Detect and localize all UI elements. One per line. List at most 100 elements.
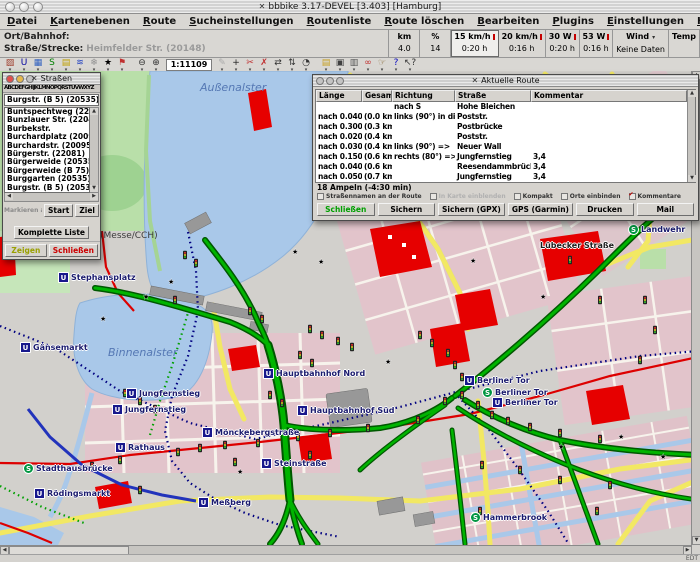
- ziel-button[interactable]: Ziel: [75, 204, 99, 217]
- print-icon[interactable]: ▥▾: [347, 58, 361, 72]
- menu-item[interactable]: Route löschen: [384, 16, 464, 27]
- checkbox-icon[interactable]: [430, 193, 437, 200]
- column-header[interactable]: Länge: [316, 90, 362, 102]
- zeigen-button[interactable]: Zeigen: [5, 244, 47, 257]
- scroll-down-icon[interactable]: ▼: [90, 185, 98, 192]
- menu-item[interactable]: Route: [143, 16, 176, 27]
- column-header[interactable]: Richtung: [392, 90, 455, 102]
- menu-item[interactable]: Routenliste: [307, 16, 372, 27]
- list-item[interactable]: Burchardstr. (20095): [5, 142, 89, 150]
- komplette-liste-button[interactable]: Komplette Liste: [14, 226, 89, 239]
- bicycle-icon[interactable]: ∞▾: [361, 58, 375, 72]
- menu-item[interactable]: Einstellungen: [607, 16, 684, 27]
- table-row[interactable]: nach 0.050 km(0.7 km) Jungfernstieg 3,4: [316, 172, 687, 182]
- clock-icon[interactable]: ◔▾: [299, 58, 313, 72]
- table-row[interactable]: nach 0.030 km(0.4 km) links (90°) =>Neue…: [316, 142, 687, 152]
- list-item[interactable]: Bürgerstr. (22081): [5, 150, 89, 158]
- menu-item[interactable]: Datei: [7, 16, 37, 27]
- checkbox-icon[interactable]: [561, 193, 568, 200]
- window-titlebar[interactable]: ✕bbbike 3.17-DEVEL [3.403] [Hamburg]: [0, 0, 700, 14]
- ferry-layer-icon[interactable]: ≋▾: [73, 58, 87, 72]
- table-row[interactable]: nach SHohe Bleichen: [316, 102, 687, 112]
- stat-cell[interactable]: Temp▾: [669, 30, 700, 57]
- pencil-icon[interactable]: ✎▾: [215, 58, 229, 72]
- stat-cell[interactable]: Wind▾ Keine Daten: [613, 30, 669, 57]
- save-icon[interactable]: ▣▾: [333, 58, 347, 72]
- route-window[interactable]: ✕Aktuelle Route LängeGesamtRichtungStraß…: [312, 74, 699, 221]
- construction-layer-icon[interactable]: ▨▾: [3, 58, 17, 72]
- route-action-button[interactable]: Schließen: [317, 203, 375, 216]
- route-action-button[interactable]: Sichern (GPX): [438, 203, 505, 216]
- route-window-titlebar[interactable]: ✕Aktuelle Route: [313, 75, 698, 87]
- list-item[interactable]: Bunzlauer Str. (22043): [5, 116, 89, 124]
- option-checkbox[interactable]: Kompakt: [514, 193, 553, 200]
- route-scissors-icon[interactable]: ✂▾: [243, 58, 257, 72]
- hand-pointer-icon[interactable]: ☞▾: [375, 58, 389, 72]
- option-checkbox[interactable]: Orte einbinden: [561, 193, 621, 200]
- transit-map-layer-icon[interactable]: ▦▾: [31, 58, 45, 72]
- option-checkbox[interactable]: Straßennamen an der Route: [317, 193, 422, 200]
- street-list[interactable]: Buntspechtweg (22547)Bunzlauer Str. (220…: [4, 107, 90, 193]
- strasse-strecke-row[interactable]: Straße/Strecke:Heimfelder Str. (20148): [4, 43, 384, 55]
- menu-item[interactable]: Kartenebenen: [50, 16, 130, 27]
- table-row[interactable]: nach 0.020 km(0.4 km) Poststr.: [316, 132, 687, 142]
- weather-layer-icon[interactable]: ❄▾: [87, 58, 101, 72]
- route-action-button[interactable]: Sichern: [378, 203, 436, 216]
- checkbox-icon[interactable]: [317, 193, 324, 200]
- list-item[interactable]: Burchardplatz (20095): [5, 133, 89, 141]
- column-header[interactable]: Straße: [455, 90, 531, 102]
- scroll-left-icon[interactable]: ◀: [5, 193, 13, 200]
- route-action-button[interactable]: Drucken: [576, 203, 634, 216]
- reverse-route-icon[interactable]: ⇅▾: [285, 58, 299, 72]
- map-horizontal-scrollbar[interactable]: ◀ ▶: [0, 545, 692, 554]
- street-list-hscrollbar[interactable]: ◀ ▶: [4, 193, 99, 202]
- scroll-up-icon[interactable]: ▲: [688, 90, 696, 97]
- list-item[interactable]: Burggarten (20535): [5, 175, 89, 183]
- menu-item[interactable]: Plugins: [552, 16, 594, 27]
- scroll-right-icon[interactable]: ▶: [90, 193, 98, 200]
- stat-cell[interactable]: 53 W▾ 0:16 h: [580, 30, 614, 57]
- ort-bahnhof-row[interactable]: Ort/Bahnhof:: [4, 31, 384, 43]
- map-canvas[interactable]: ★★★★★★★★★★★★★★ UStephansplatzUGänsemarkt…: [0, 71, 700, 545]
- table-row[interactable]: nach 0.040 km(0.0 km) links (90°) in die…: [316, 112, 687, 122]
- option-checkbox[interactable]: Kommentare: [629, 193, 681, 200]
- list-item[interactable]: Burgstr. (B 5) (20535): [5, 184, 89, 192]
- schliessen-button[interactable]: Schließen: [49, 244, 98, 257]
- list-item[interactable]: Buntspechtweg (22547): [5, 108, 89, 116]
- list-item[interactable]: Bürgerweide (20535): [5, 158, 89, 166]
- context-help-icon[interactable]: ↖?▾: [403, 58, 417, 72]
- scroll-down-icon[interactable]: ▼: [692, 536, 700, 545]
- streets-window[interactable]: ✕Straßen ABCDEFGHIJKLMNOPQRSTUVWXYZ Burg…: [2, 72, 101, 260]
- table-row[interactable]: nach 0.040 km(0.6 km) Reesendammbrücke 3…: [316, 162, 687, 172]
- menu-item[interactable]: Sucheinstellungen: [189, 16, 293, 27]
- start-button[interactable]: Start: [44, 204, 73, 217]
- ubahn-layer-icon[interactable]: U▾: [17, 58, 31, 72]
- flag-layer-icon[interactable]: ⚑▾: [115, 58, 129, 72]
- route-action-button[interactable]: GPS (Garmin): [508, 203, 573, 216]
- selected-street-entry[interactable]: Burgstr. (B 5) (20535): [4, 94, 99, 106]
- option-checkbox[interactable]: In Karte einblenden: [430, 193, 506, 200]
- menu-item[interactable]: Bearbeiten: [477, 16, 539, 27]
- route-action-button[interactable]: Mail: [637, 203, 695, 216]
- stat-cell[interactable]: 20 km/h▾ 0:16 h: [499, 30, 546, 57]
- checkbox-icon[interactable]: [629, 193, 636, 200]
- open-file-icon[interactable]: ▤▾: [319, 58, 333, 72]
- sbahn-layer-icon[interactable]: S▾: [45, 58, 59, 72]
- route-delete-icon[interactable]: ✗▾: [257, 58, 271, 72]
- column-header[interactable]: Kommentar: [531, 90, 687, 102]
- poi-layer-icon[interactable]: ★▾: [101, 58, 115, 72]
- scroll-up-icon[interactable]: ▲: [90, 108, 98, 115]
- help-icon[interactable]: ?▾: [389, 58, 403, 72]
- table-row[interactable]: nach 0.300 km(0.3 km) Postbrücke: [316, 122, 687, 132]
- checkbox-icon[interactable]: [514, 193, 521, 200]
- alphabet-index[interactable]: ABCDEFGHIJKLMNOPQRSTUVWXYZ: [3, 85, 100, 93]
- bus-layer-icon[interactable]: ▤▾: [59, 58, 73, 72]
- swap-direction-icon[interactable]: ⇄▾: [271, 58, 285, 72]
- scroll-down-icon[interactable]: ▼: [688, 175, 696, 182]
- move-map-icon[interactable]: +▾: [229, 58, 243, 72]
- streets-window-titlebar[interactable]: ✕Straßen: [3, 73, 100, 85]
- scale-input[interactable]: 1:11109: [166, 59, 212, 71]
- route-table-scrollbar[interactable]: ▲ ▼: [687, 90, 695, 182]
- table-row[interactable]: nach 0.150 km(0.6 km) rechts (80°) =>Jun…: [316, 152, 687, 162]
- stat-cell[interactable]: %▾ 14: [420, 30, 451, 57]
